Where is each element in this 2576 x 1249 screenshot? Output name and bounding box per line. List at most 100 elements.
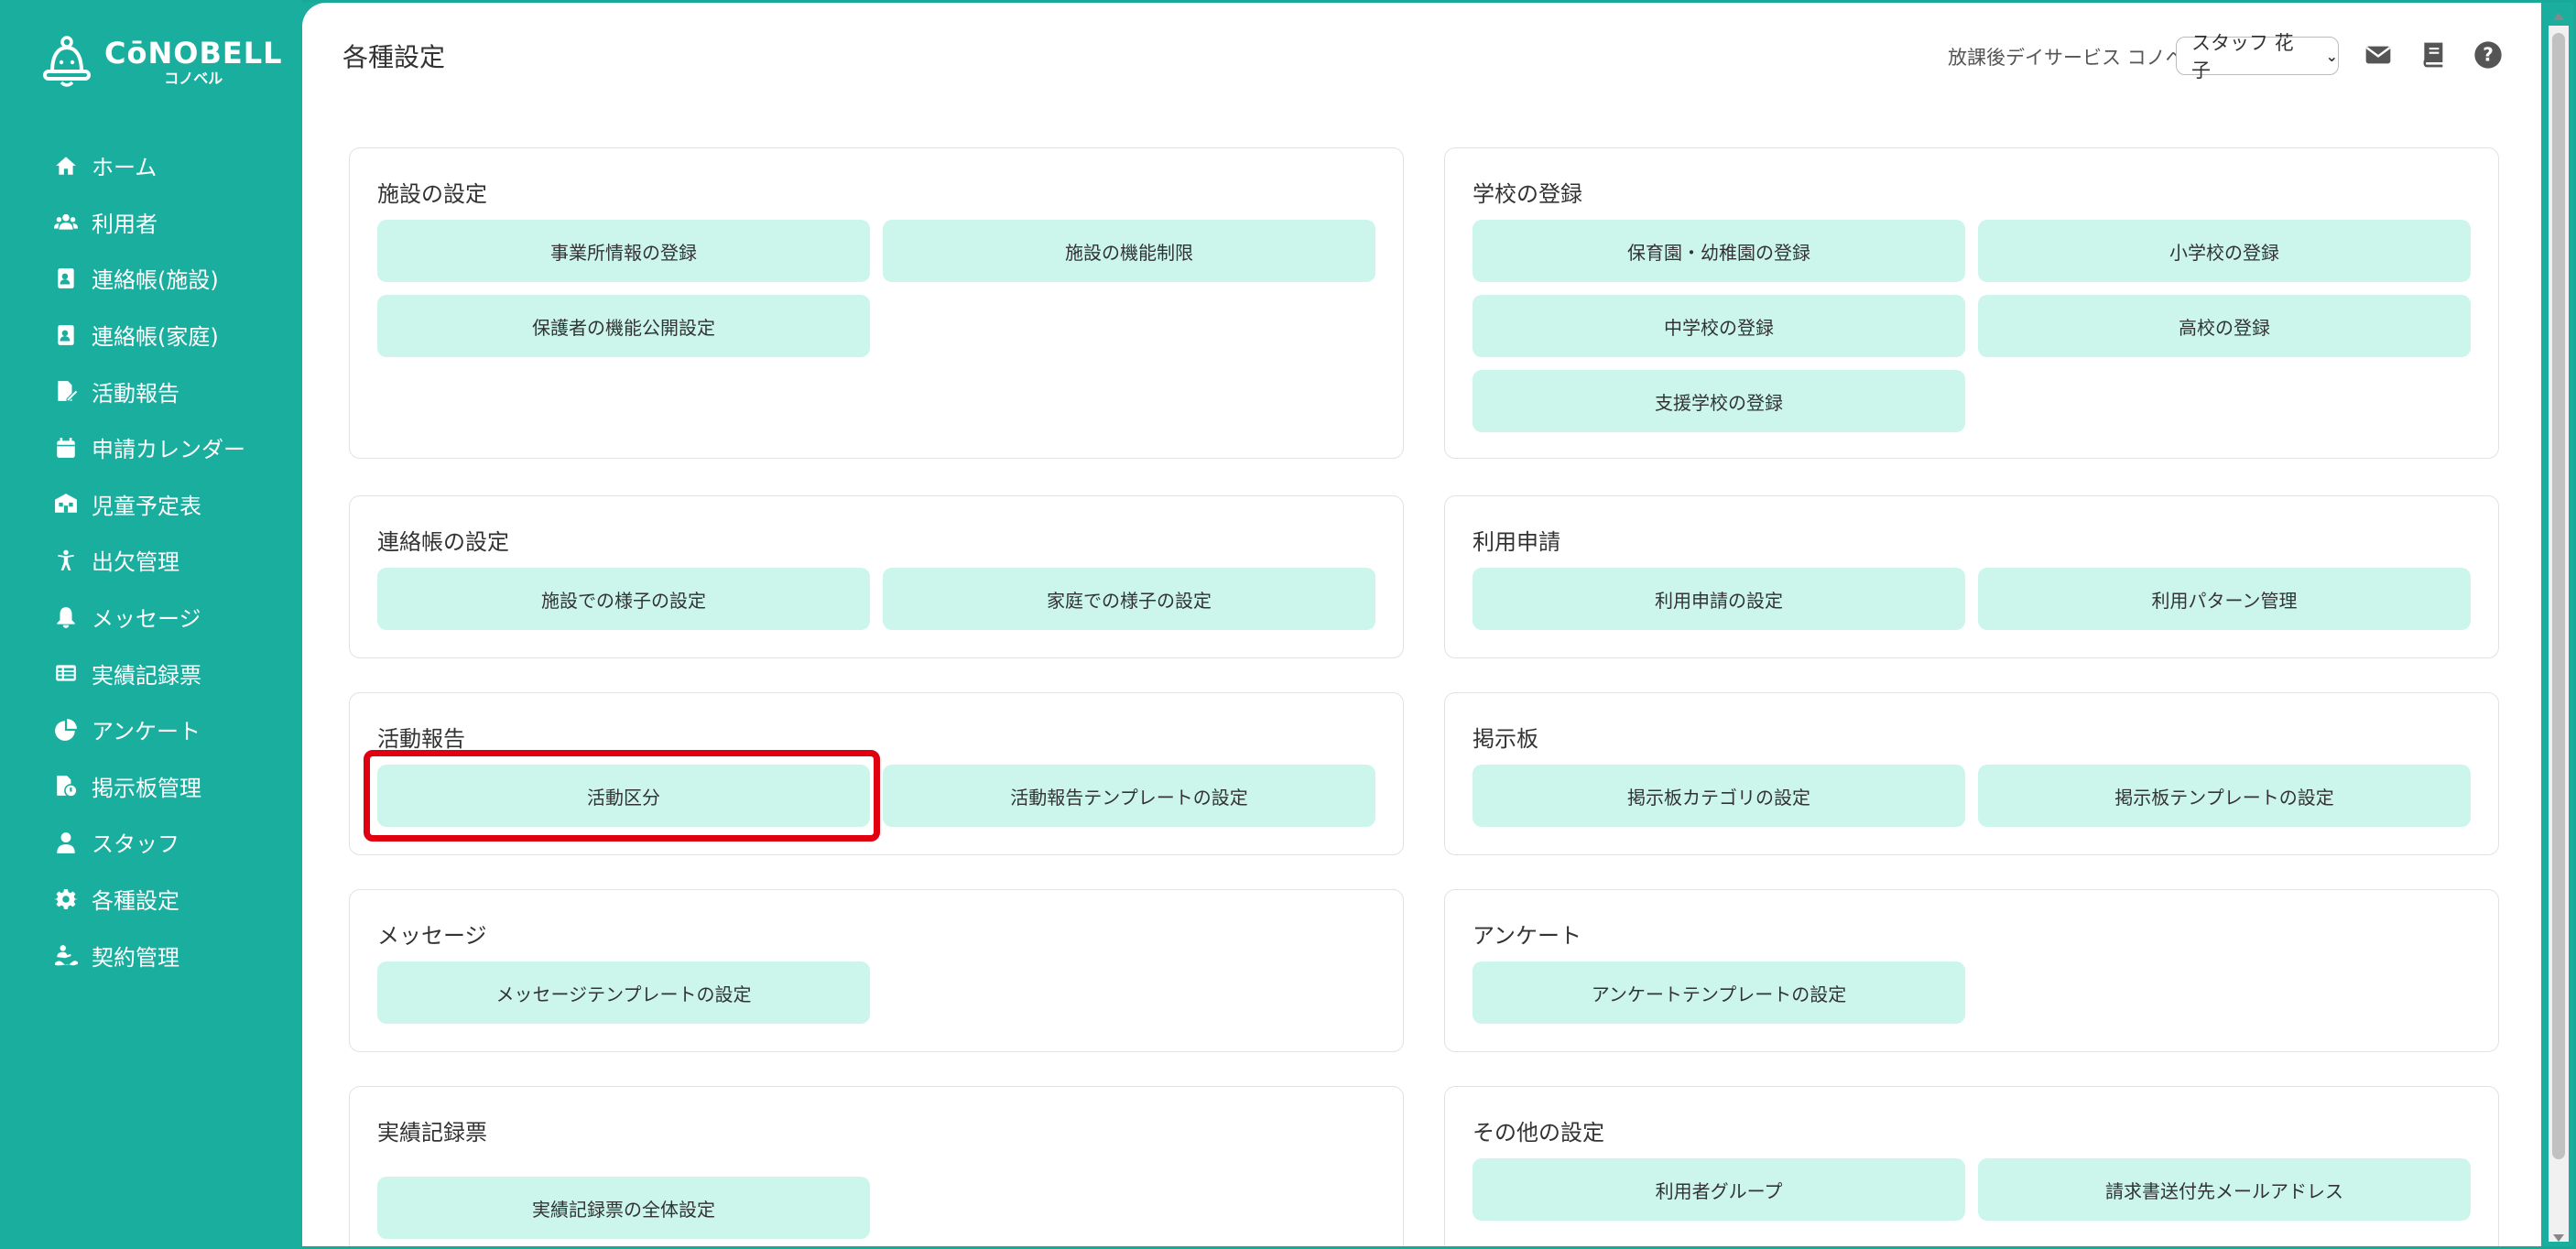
sidebar-nav: ホーム 利用者 連絡帳(施設) 連絡帳(家庭) 活動報告 申請カレンダー 児童予… bbox=[53, 137, 293, 983]
sidebar-item-users[interactable]: 利用者 bbox=[53, 194, 293, 251]
card-title: アンケート bbox=[1473, 923, 1582, 949]
page-title: 各種設定 bbox=[342, 42, 446, 72]
card-message: メッセージ メッセージテンプレートの設定 bbox=[349, 889, 1404, 1052]
sidebar-item-contact-home[interactable]: 連絡帳(家庭) bbox=[53, 307, 293, 364]
scroll-down-icon[interactable] bbox=[2553, 1234, 2564, 1242]
contact-book-icon bbox=[53, 266, 79, 291]
staff-icon bbox=[53, 830, 79, 855]
button-special-school[interactable]: 支援学校の登録 bbox=[1473, 370, 1965, 432]
sidebar-item-contact-facility[interactable]: 連絡帳(施設) bbox=[53, 250, 293, 307]
sidebar-item-schedule[interactable]: 児童予定表 bbox=[53, 476, 293, 533]
sidebar-item-survey[interactable]: アンケート bbox=[53, 701, 293, 758]
sidebar-item-label: 連絡帳(施設) bbox=[92, 267, 219, 294]
button-facility-restrictions[interactable]: 施設の機能制限 bbox=[883, 220, 1375, 282]
scrollbar-thumb[interactable] bbox=[2552, 33, 2565, 1159]
facility-name: 放課後デイサービス コノベル bbox=[1948, 47, 2204, 69]
help-icon[interactable]: ? bbox=[2473, 39, 2504, 71]
sidebar-item-label: スタッフ bbox=[92, 831, 179, 858]
sidebar-item-calendar[interactable]: 申請カレンダー bbox=[53, 419, 293, 476]
attendance-icon bbox=[53, 548, 79, 573]
manual-book-icon[interactable] bbox=[2418, 39, 2450, 71]
sidebar-item-label: 児童予定表 bbox=[92, 493, 201, 519]
sidebar-item-attendance[interactable]: 出欠管理 bbox=[53, 532, 293, 589]
scroll-up-icon[interactable] bbox=[2553, 13, 2564, 20]
bell-icon bbox=[53, 604, 79, 630]
header: 各種設定 放課後デイサービス コノベル スタッフ 花子 ⌄ ? bbox=[302, 3, 2541, 103]
card-survey: アンケート アンケートテンプレートの設定 bbox=[1444, 889, 2499, 1052]
sidebar-item-label: アンケート bbox=[92, 719, 201, 745]
sidebar-item-label: メッセージ bbox=[92, 606, 201, 633]
user-name: スタッフ 花子 bbox=[2191, 32, 2294, 81]
home-icon bbox=[53, 153, 79, 179]
highlight-box bbox=[364, 750, 880, 842]
sidebar-item-home[interactable]: ホーム bbox=[53, 137, 293, 194]
button-elementary[interactable]: 小学校の登録 bbox=[1978, 220, 2471, 282]
vertical-scrollbar[interactable] bbox=[2549, 13, 2569, 1242]
svg-text:?: ? bbox=[2483, 44, 2494, 66]
brand-sub: コノベル bbox=[164, 70, 223, 87]
sidebar-item-label: 出欠管理 bbox=[92, 549, 179, 576]
report-icon bbox=[53, 378, 79, 404]
sidebar-item-contract[interactable]: 契約管理 bbox=[53, 927, 293, 983]
button-board-category[interactable]: 掲示板カテゴリの設定 bbox=[1473, 765, 1965, 827]
sidebar-item-label: 掲示板管理 bbox=[92, 775, 201, 801]
card-title: メッセージ bbox=[377, 923, 487, 949]
mail-icon[interactable] bbox=[2363, 39, 2394, 71]
bell-logo-icon bbox=[40, 35, 93, 90]
brand-logo[interactable]: CōNOBELL コノベル bbox=[40, 33, 281, 92]
sidebar-item-board[interactable]: 掲示板管理 bbox=[53, 758, 293, 815]
card-bulletin-board: 掲示板 掲示板カテゴリの設定 掲示板テンプレートの設定 bbox=[1444, 692, 2499, 855]
sidebar-item-label: 利用者 bbox=[92, 211, 158, 237]
card-title: 実績記録票 bbox=[377, 1120, 487, 1146]
sidebar-item-label: 申請カレンダー bbox=[92, 437, 245, 463]
sidebar-item-settings[interactable]: 各種設定 bbox=[53, 871, 293, 928]
button-record-settings[interactable]: 実績記録票の全体設定 bbox=[377, 1177, 870, 1239]
sidebar-item-message[interactable]: メッセージ bbox=[53, 589, 293, 646]
card-activity-report: 活動報告 活動区分 活動報告テンプレートの設定 bbox=[349, 692, 1404, 855]
button-guardian-public-settings[interactable]: 保護者の機能公開設定 bbox=[377, 295, 870, 357]
button-user-groups[interactable]: 利用者グループ bbox=[1473, 1158, 1965, 1221]
button-high-school[interactable]: 高校の登録 bbox=[1978, 295, 2471, 357]
card-title: 施設の設定 bbox=[377, 181, 487, 207]
sidebar: CōNOBELL コノベル ホーム 利用者 連絡帳(施設) 連絡帳(家庭) 活動… bbox=[0, 0, 302, 1249]
card-title: 利用申請 bbox=[1473, 529, 1560, 555]
card-title: 活動報告 bbox=[377, 726, 465, 752]
sidebar-item-label: 契約管理 bbox=[92, 944, 179, 971]
card-usage-application: 利用申請 利用申請の設定 利用パターン管理 bbox=[1444, 495, 2499, 658]
button-office-info[interactable]: 事業所情報の登録 bbox=[377, 220, 870, 282]
card-title: 連絡帳の設定 bbox=[377, 529, 509, 555]
user-select[interactable]: スタッフ 花子 ⌄ bbox=[2176, 32, 2339, 81]
button-usage-patterns[interactable]: 利用パターン管理 bbox=[1978, 568, 2471, 630]
button-message-template[interactable]: メッセージテンプレートの設定 bbox=[377, 961, 870, 1024]
calendar-icon bbox=[53, 435, 79, 461]
sidebar-item-activity-report[interactable]: 活動報告 bbox=[53, 363, 293, 419]
users-icon bbox=[53, 209, 79, 234]
card-other-settings: その他の設定 利用者グループ 請求書送付先メールアドレス bbox=[1444, 1086, 2499, 1246]
sidebar-item-label: 各種設定 bbox=[92, 888, 179, 915]
chevron-down-icon: ⌄ bbox=[2325, 47, 2338, 65]
gear-icon bbox=[53, 886, 79, 912]
board-icon bbox=[53, 773, 79, 798]
button-usage-settings[interactable]: 利用申請の設定 bbox=[1473, 568, 1965, 630]
sidebar-item-record[interactable]: 実績記録票 bbox=[53, 645, 293, 701]
card-contact-book: 連絡帳の設定 施設での様子の設定 家庭での様子の設定 bbox=[349, 495, 1404, 658]
pie-chart-icon bbox=[53, 717, 79, 743]
button-invoice-email[interactable]: 請求書送付先メールアドレス bbox=[1978, 1158, 2471, 1221]
brand-name: CōNOBELL bbox=[104, 36, 283, 71]
button-nursery[interactable]: 保育園・幼稚園の登録 bbox=[1473, 220, 1965, 282]
button-activity-template[interactable]: 活動報告テンプレートの設定 bbox=[883, 765, 1375, 827]
button-home-condition[interactable]: 家庭での様子の設定 bbox=[883, 568, 1375, 630]
sidebar-item-label: 実績記録票 bbox=[92, 662, 201, 689]
table-icon bbox=[53, 660, 79, 686]
contract-icon bbox=[53, 942, 79, 968]
button-facility-condition[interactable]: 施設での様子の設定 bbox=[377, 568, 870, 630]
sidebar-item-staff[interactable]: スタッフ bbox=[53, 814, 293, 871]
button-survey-template[interactable]: アンケートテンプレートの設定 bbox=[1473, 961, 1965, 1024]
schedule-icon bbox=[53, 491, 79, 516]
sidebar-item-label: 活動報告 bbox=[92, 380, 179, 407]
sidebar-item-label: 連絡帳(家庭) bbox=[92, 324, 219, 351]
button-board-template[interactable]: 掲示板テンプレートの設定 bbox=[1978, 765, 2471, 827]
button-junior-high[interactable]: 中学校の登録 bbox=[1473, 295, 1965, 357]
sidebar-item-label: ホーム bbox=[92, 155, 158, 181]
card-title: その他の設定 bbox=[1473, 1120, 1604, 1146]
